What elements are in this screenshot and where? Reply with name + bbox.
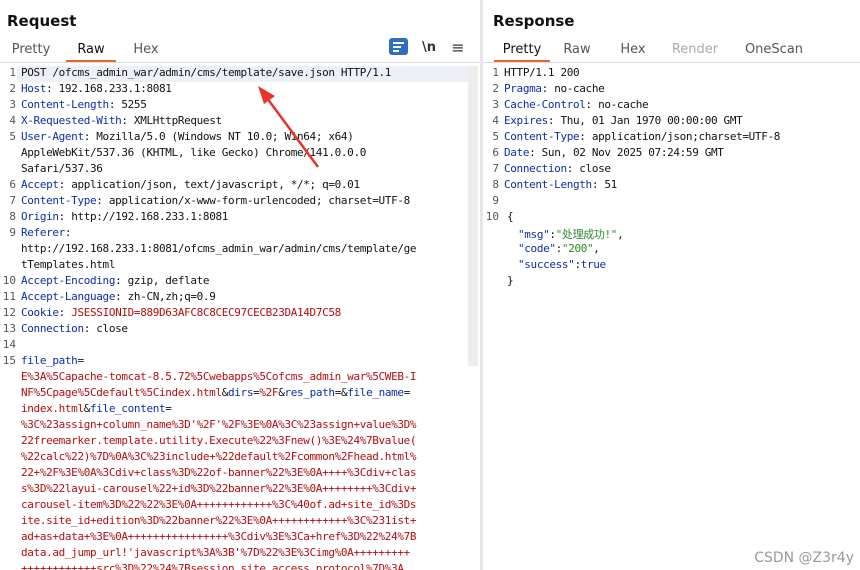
response-tabs: Pretty Raw Hex Render OneScan [483,38,860,63]
line-number: 6 [492,146,499,159]
code-line: HTTP/1.1 200 [504,66,580,79]
header-value: no-cache [547,82,605,95]
header-value: application/json;charset=UTF-8 [585,130,781,143]
code-line: Date: Sun, 02 Nov 2025 07:24:59 GMT [504,146,724,159]
code-line: Cache-Control: no-cache [504,98,649,111]
line-number: 9 [492,194,499,207]
line-text: HTTP/1.1 200 [504,66,580,79]
json-comma: , [593,242,600,255]
line-number: 7 [492,162,499,175]
request-pane: Request Pretty Raw Hex \n ≡ 1 POST /ofcms… [0,0,480,570]
watermark: CSDN @Z3r4y [754,550,854,566]
line-number: 3 [492,98,499,111]
header-value: Sun, 02 Nov 2025 07:24:59 GMT [535,146,724,159]
line-number: 8 [492,178,499,191]
code-line: } [507,274,514,287]
tab-raw[interactable]: Raw [557,38,597,61]
json-string: "处理成功!" [555,228,618,241]
json-string: "200" [561,242,594,255]
tab-onescan[interactable]: OneScan [741,38,807,61]
tab-render[interactable]: Render [667,38,723,61]
line-number: 2 [492,82,499,95]
header-name: Connection [504,162,567,175]
header-name: Content-Length [504,178,592,191]
code-line: Pragma: no-cache [504,82,605,95]
line-text: } [507,274,514,287]
response-editor[interactable]: 1 HTTP/1.1 200 2 Pragma: no-cache 3 Cache-Con… [483,66,860,570]
code-line: "msg":"处理成功!", [518,226,624,242]
code-line: Content-Type: application/json;charset=U… [504,130,780,143]
code-line: Connection: close [504,162,611,175]
header-name: Content-Type [504,130,580,143]
json-key: "success" [518,258,575,271]
header-name: Cache-Control [504,98,586,111]
code-line: "success":true [518,258,606,271]
line-number: 5 [492,130,499,143]
json-comma: , [617,228,624,241]
header-name: Date [504,146,530,159]
response-tabs-divider [483,62,860,63]
header-name: Pragma [504,82,542,95]
json-key: "code" [518,242,556,255]
annotation-arrow [258,86,320,168]
json-boolean: true [580,258,606,271]
header-value: close [573,162,611,175]
line-text: { [507,210,514,223]
header-value: Thu, 01 Jan 1970 00:00:00 GMT [554,114,743,127]
header-value: 51 [598,178,617,191]
response-pane: Response Pretty Raw Hex Render OneScan 1… [483,0,860,570]
header-name: Expires [504,114,548,127]
tab-pretty[interactable]: Pretty [494,38,550,63]
code-line: "code":"200", [518,242,600,255]
line-number: 10 [485,210,499,223]
line-number: 4 [492,114,499,127]
tab-hex[interactable]: Hex [613,38,653,61]
response-title: Response [493,12,575,30]
line-number: 1 [492,66,499,79]
header-value: no-cache [591,98,649,111]
json-key: "msg" [518,228,550,241]
code-line: Content-Length: 51 [504,178,617,191]
code-line: Expires: Thu, 01 Jan 1970 00:00:00 GMT [504,114,743,127]
code-line: { [507,210,514,223]
